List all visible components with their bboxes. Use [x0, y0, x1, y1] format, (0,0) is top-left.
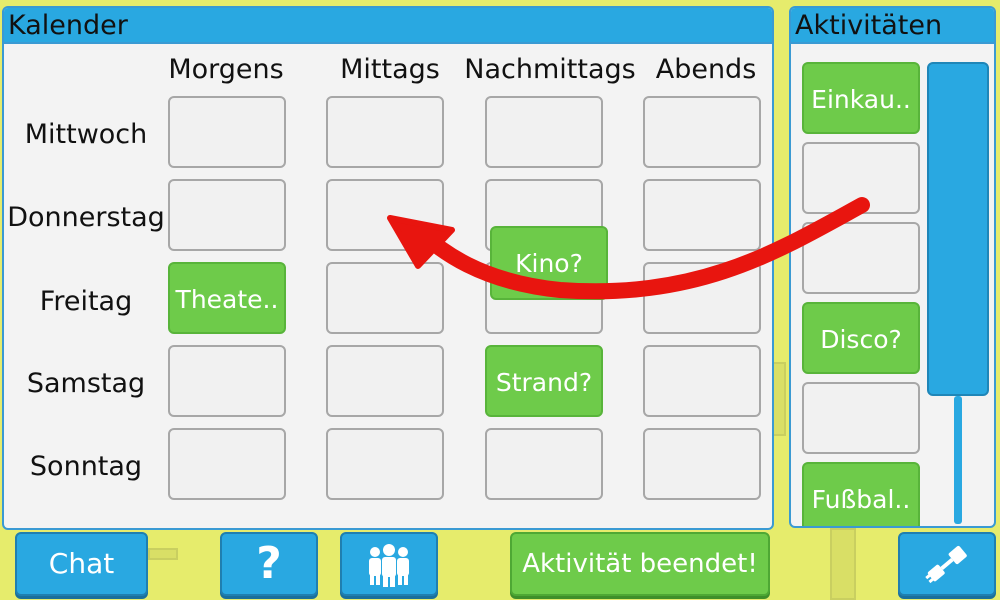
group-button[interactable] — [340, 532, 438, 596]
activities-panel: Aktivitäten Einkau.. Disco? Fußbal.. — [789, 6, 996, 528]
column-header-mittags: Mittags — [340, 54, 440, 85]
activity-item-empty-1[interactable] — [802, 142, 920, 214]
chat-button[interactable]: Chat — [15, 532, 148, 596]
activity-item-fussball[interactable]: Fußbal.. — [802, 462, 920, 526]
disconnect-button[interactable] — [898, 532, 996, 596]
column-header-abends: Abends — [655, 54, 757, 85]
slot-samstag-morgens[interactable] — [168, 345, 286, 417]
calendar-title: Kalender — [4, 8, 772, 44]
activity-item-empty-3[interactable] — [802, 382, 920, 454]
activities-title: Aktivitäten — [791, 8, 994, 44]
slot-samstag-abends[interactable] — [643, 345, 761, 417]
slot-freitag-morgens[interactable]: Theate.. — [168, 262, 286, 334]
activity-item-disco[interactable]: Disco? — [802, 302, 920, 374]
slot-sonntag-nachmittags[interactable] — [485, 428, 603, 500]
row-header-samstag: Samstag — [26, 368, 146, 399]
slot-mittwoch-morgens[interactable] — [168, 96, 286, 168]
slot-donnerstag-abends[interactable] — [643, 179, 761, 251]
slot-freitag-mittags[interactable] — [326, 262, 444, 334]
slot-mittwoch-nachmittags[interactable] — [485, 96, 603, 168]
row-header-donnerstag: Donnerstag — [7, 202, 165, 233]
column-header-nachmittags: Nachmittags — [464, 54, 636, 85]
activities-scrollbar-thumb[interactable] — [927, 62, 989, 396]
background-signpost — [148, 548, 178, 560]
activities-scrollbar-track[interactable] — [954, 396, 962, 524]
group-people-icon — [369, 544, 409, 587]
activity-item-einkaufen[interactable]: Einkau.. — [802, 62, 920, 134]
background-tower — [830, 528, 856, 600]
slot-donnerstag-morgens[interactable] — [168, 179, 286, 251]
slot-freitag-abends[interactable] — [643, 262, 761, 334]
dragged-activity-card[interactable]: Kino? — [490, 226, 608, 300]
activity-item-empty-2[interactable] — [802, 222, 920, 294]
plug-icon — [925, 545, 967, 584]
calendar-panel: Kalender Morgens Mittags Nachmittags Abe… — [2, 6, 774, 530]
slot-sonntag-mittags[interactable] — [326, 428, 444, 500]
slot-donnerstag-mittags[interactable] — [326, 179, 444, 251]
row-header-sonntag: Sonntag — [29, 451, 143, 482]
activity-done-button[interactable]: Aktivität beendet! — [510, 532, 770, 596]
column-header-morgens: Morgens — [168, 54, 284, 85]
help-label: ? — [256, 538, 282, 589]
help-button[interactable]: ? — [220, 532, 318, 596]
row-header-mittwoch: Mittwoch — [24, 119, 148, 150]
slot-samstag-mittags[interactable] — [326, 345, 444, 417]
background-signpost-left — [772, 362, 786, 436]
slot-sonntag-abends[interactable] — [643, 428, 761, 500]
row-header-freitag: Freitag — [39, 286, 133, 317]
slot-samstag-nachmittags[interactable]: Strand? — [485, 345, 603, 417]
slot-sonntag-morgens[interactable] — [168, 428, 286, 500]
slot-mittwoch-abends[interactable] — [643, 96, 761, 168]
slot-mittwoch-mittags[interactable] — [326, 96, 444, 168]
